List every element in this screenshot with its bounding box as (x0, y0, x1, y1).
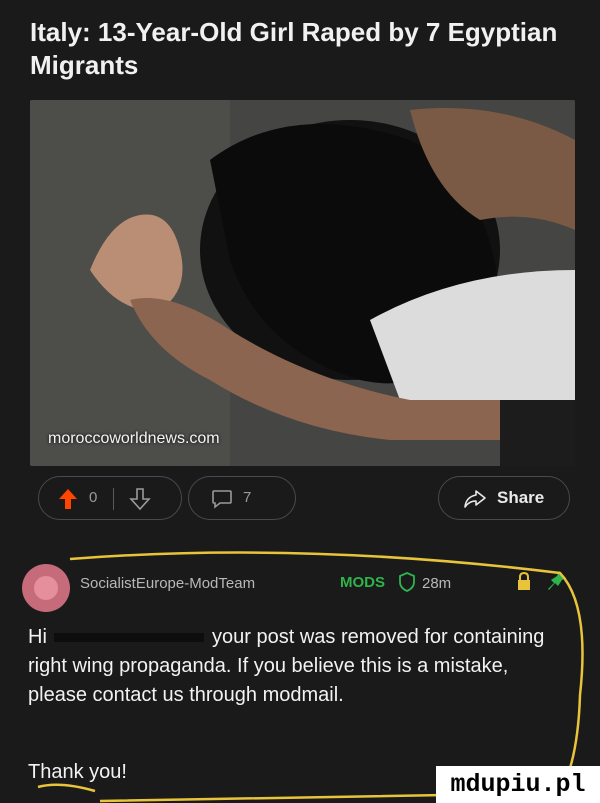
avatar[interactable] (22, 564, 70, 612)
watermark: mdupiu.pl (436, 766, 600, 803)
post-title[interactable]: Italy: 13-Year-Old Girl Raped by 7 Egypt… (30, 16, 570, 82)
pin-icon (546, 569, 568, 598)
post-photo-illustration (30, 100, 575, 466)
lock-icon (516, 571, 532, 597)
comments-button[interactable]: 7 (188, 476, 296, 520)
share-icon (463, 489, 487, 514)
comment-author[interactable]: SocialistEurope-ModTeam (80, 575, 255, 592)
shield-icon (398, 572, 416, 597)
downvote-icon[interactable] (129, 487, 151, 516)
comment-signoff: Thank you! (28, 761, 127, 783)
comment-body: Hi your post was removed for containing … (28, 623, 568, 710)
post-card: Italy: 13-Year-Old Girl Raped by 7 Egypt… (0, 0, 600, 545)
redacted-username (54, 633, 205, 643)
vote-control: 0 (38, 476, 182, 520)
post-image[interactable]: moroccoworldnews.com (30, 100, 575, 466)
comment-icon (211, 489, 233, 514)
post-action-bar: 0 7 Share (38, 476, 570, 522)
vote-divider (113, 488, 114, 510)
share-label: Share (497, 488, 545, 507)
share-button[interactable]: Share (438, 476, 570, 520)
vote-count: 0 (89, 489, 98, 506)
comment-time: 28m (422, 575, 452, 592)
upvote-icon[interactable] (57, 487, 79, 516)
mods-badge: MODS (340, 574, 385, 591)
image-source-caption: moroccoworldnews.com (48, 430, 220, 447)
comment-greeting: Hi (28, 626, 47, 648)
mod-comment: SocialistEurope-ModTeam MODS 28m Hi your… (0, 545, 600, 803)
comment-count: 7 (243, 489, 252, 506)
